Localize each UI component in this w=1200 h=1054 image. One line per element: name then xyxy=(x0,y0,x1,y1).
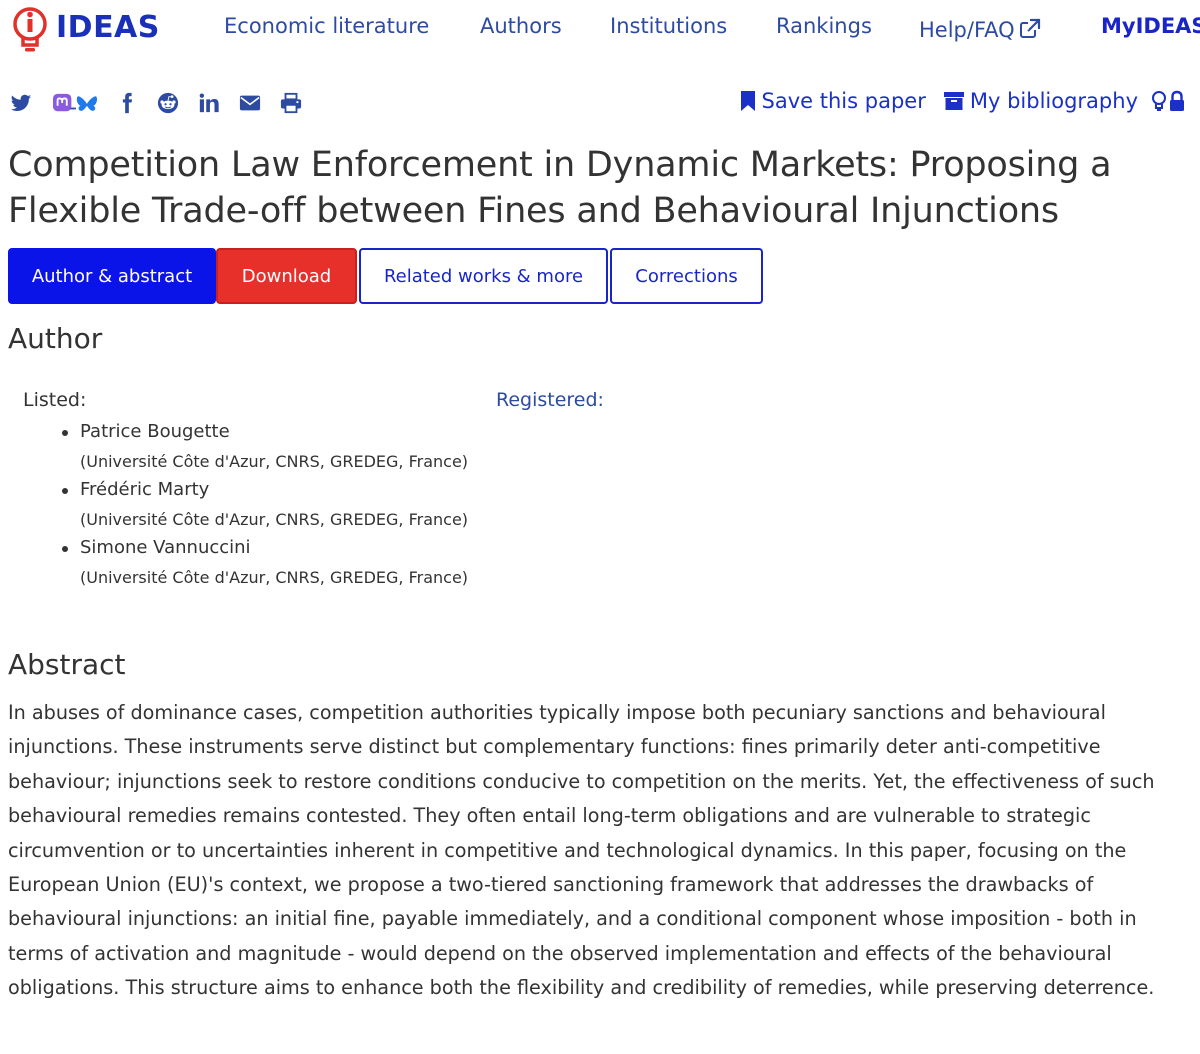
mastodon-bluesky-icon[interactable] xyxy=(50,91,100,115)
save-paper-label: Save this paper xyxy=(761,89,926,113)
registered-label[interactable]: Registered: xyxy=(496,389,604,411)
nav-myideas-link[interactable]: MyIDEAS xyxy=(1101,14,1200,38)
my-bibliography-label: My bibliography xyxy=(969,89,1138,113)
external-link-icon xyxy=(1019,18,1041,40)
nav-institutions-link[interactable]: Institutions xyxy=(610,14,727,38)
nav-economic-literature-link[interactable]: Economic literature xyxy=(224,14,429,38)
list-item: Frédéric Marty (Université Côte d'Azur, … xyxy=(62,477,468,535)
nav-rankings[interactable]: Rankings xyxy=(776,14,872,46)
author-name: Frédéric Marty xyxy=(80,479,210,500)
bookmark-icon xyxy=(740,91,755,111)
top-navigation: IDEAS Economic literature Authors Instit… xyxy=(0,0,1200,60)
author-name: Patrice Bougette xyxy=(80,421,230,442)
twitter-icon[interactable] xyxy=(9,91,33,115)
archive-icon xyxy=(943,92,964,110)
list-item: Patrice Bougette (Université Côte d'Azur… xyxy=(62,419,468,477)
print-icon[interactable] xyxy=(279,91,303,115)
author-list: Patrice Bougette (Université Côte d'Azur… xyxy=(62,419,468,593)
logo-text: IDEAS xyxy=(56,9,160,45)
nav-rankings-link[interactable]: Rankings xyxy=(776,14,872,38)
nav-institutions[interactable]: Institutions xyxy=(610,14,727,46)
nav-myideas[interactable]: MyIDEAS xyxy=(1101,14,1200,46)
tab-corrections[interactable]: Corrections xyxy=(610,248,763,304)
abstract-heading: Abstract xyxy=(8,648,126,681)
save-paper-button[interactable]: Save this paper xyxy=(738,89,926,113)
author-affiliation: (Université Côte d'Azur, CNRS, GREDEG, F… xyxy=(80,452,469,471)
tab-related-works[interactable]: Related works & more xyxy=(359,248,608,304)
ideas-logo[interactable]: IDEAS xyxy=(6,4,160,56)
nav-help-faq-link[interactable]: Help/FAQ xyxy=(919,18,1015,42)
listed-label: Listed: xyxy=(23,389,87,411)
lightbulb-logo-icon xyxy=(13,7,47,52)
tab-download[interactable]: Download xyxy=(216,248,357,304)
my-bibliography-button[interactable]: My bibliography xyxy=(942,89,1138,113)
page-title: Competition Law Enforcement in Dynamic M… xyxy=(8,145,1112,231)
paper-actions: Save this paper My bibliography xyxy=(722,86,1186,116)
facebook-icon[interactable] xyxy=(115,91,139,115)
author-affiliation: (Université Côte d'Azur, CNRS, GREDEG, F… xyxy=(80,568,469,587)
share-toolbar xyxy=(9,90,320,116)
author-heading: Author xyxy=(8,322,103,355)
abstract-text: In abuses of dominance cases, competitio… xyxy=(8,701,1155,1000)
linkedin-icon[interactable] xyxy=(197,91,221,115)
nav-help-faq[interactable]: Help/FAQ xyxy=(919,14,1041,46)
paper-tabs: Author & abstract Download Related works… xyxy=(8,248,763,304)
lightbulb-icon xyxy=(1152,91,1166,111)
nav-economic-literature[interactable]: Economic literature xyxy=(224,14,429,46)
email-icon[interactable] xyxy=(238,91,262,115)
list-item: Simone Vannuccini (Université Côte d'Azu… xyxy=(62,535,468,593)
lock-icon xyxy=(1170,90,1184,111)
lightbulb-lock-indicator[interactable] xyxy=(1150,90,1186,112)
tab-author-abstract[interactable]: Author & abstract xyxy=(8,248,216,304)
nav-authors[interactable]: Authors xyxy=(480,14,562,46)
nav-authors-link[interactable]: Authors xyxy=(480,14,562,38)
author-affiliation: (Université Côte d'Azur, CNRS, GREDEG, F… xyxy=(80,510,469,529)
reddit-icon[interactable] xyxy=(156,91,180,115)
author-name: Simone Vannuccini xyxy=(80,537,251,558)
